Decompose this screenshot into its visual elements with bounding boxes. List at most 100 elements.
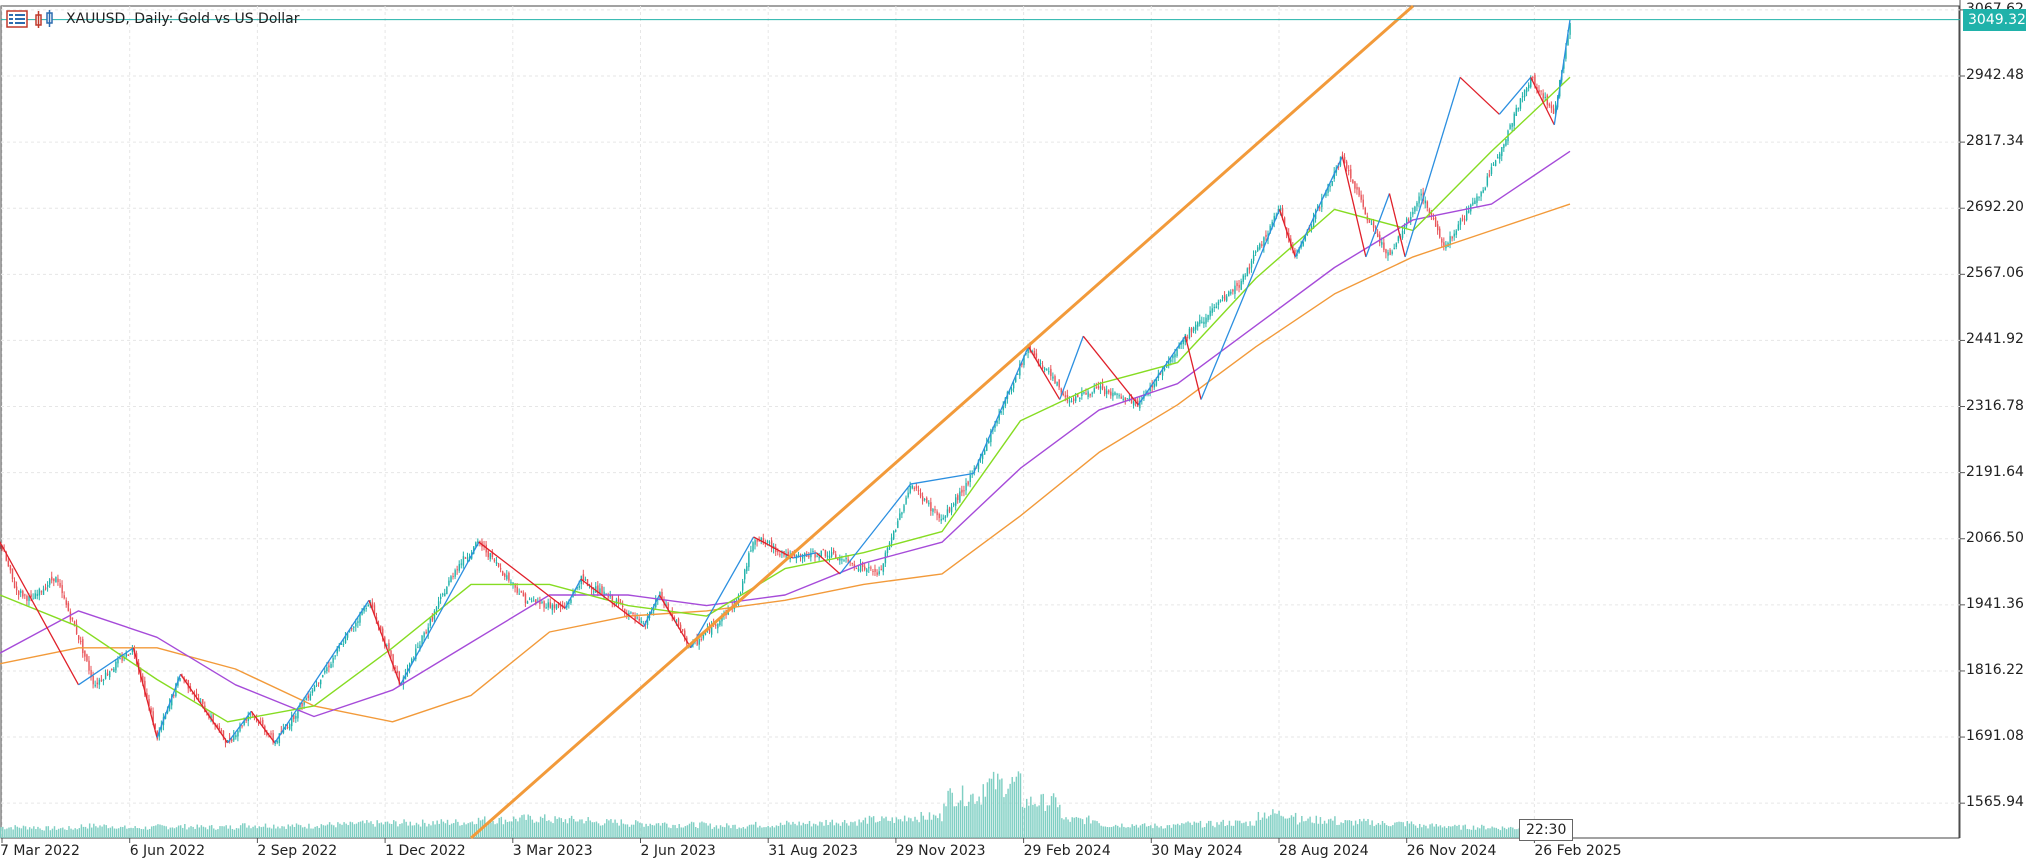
candle-body [533,600,535,602]
volume-bar [740,828,742,838]
window-list-icon[interactable] [6,9,28,29]
volume-bar [717,828,720,838]
volume-bar [299,825,302,838]
volume-bar [752,824,755,838]
volume-bar [1336,824,1338,838]
volume-bar [523,814,525,838]
candle-body [897,520,899,528]
volume-bar [645,823,647,838]
volume-bar [757,827,759,838]
volume-bar [999,779,1001,838]
volume-bar [1073,817,1076,838]
volume-bar [854,821,856,838]
candle-body [1465,210,1468,221]
volume-bar [912,821,914,838]
candle-body [851,562,854,564]
candle-body [961,489,963,493]
volume-bar [2,826,4,838]
candle-body [969,475,971,483]
volume-bar [1288,817,1291,838]
volume-bar [374,826,376,838]
volume-bar [134,826,136,838]
candle-body [899,513,901,520]
volume-bar [122,827,124,838]
volume-bar [672,824,674,838]
volume-bar [380,822,383,838]
candle-body [638,618,640,621]
volume-bar [1334,816,1336,838]
volume-bar [490,822,492,838]
volume-bar [723,827,726,838]
candle-body [1346,161,1348,169]
volume-bar [339,823,341,838]
volume-bar [1472,825,1475,838]
volume-bar [1354,820,1357,838]
volume-bar [366,820,368,838]
volume-bar [1394,822,1396,838]
volume-bar [641,823,643,838]
price-chart[interactable] [0,0,2026,864]
volume-bar [866,823,869,838]
volume-bar [1226,825,1229,838]
volume-bar [885,816,887,838]
candle-body [526,601,529,604]
volume-bar [684,826,687,838]
volume-bar [1474,829,1477,838]
volume-bar [1383,823,1386,838]
candle-body [520,591,523,593]
candle-body [460,563,463,565]
volume-bar [442,821,445,838]
volume-bar [1005,793,1007,838]
volume-bar [117,828,120,838]
zigzag-segment [1404,77,1461,258]
volume-bar [1381,820,1384,838]
zigzag-segment [156,674,182,738]
volume-bar [258,826,261,838]
volume-bar [719,825,722,838]
chart-window[interactable]: XAUUSD, Daily: Gold vs US Dollar 3067.62… [0,0,2026,864]
candle-body [1368,219,1371,223]
chart-type-icon[interactable] [34,9,56,29]
volume-bar [846,823,848,838]
volume-bar [695,826,697,838]
candle-body [882,563,885,572]
volume-bar [24,826,27,838]
zigzag-segment [564,578,582,609]
candle-body [1259,243,1261,250]
volume-bar [1468,829,1471,838]
volume-bar [521,815,523,838]
zigzag-segment [972,346,1029,474]
candle-body [766,541,769,543]
candle-body [1395,243,1398,247]
candle-body [40,591,43,593]
volume-bar [961,785,964,838]
zigzag-segment [1459,76,1500,115]
volume-bar [1505,829,1508,838]
volume-bar [765,827,767,838]
candle-body [752,542,754,552]
volume-bar [417,824,420,838]
candle-body [88,660,90,671]
volume-bar [194,828,196,838]
volume-bar [8,827,10,838]
volume-bar [891,817,893,838]
volume-bar [1495,827,1497,838]
candle-body [1552,108,1555,114]
volume-bar [421,819,424,838]
candle-body [1432,218,1435,220]
volume-bar [668,827,670,838]
price-tick-label: 2567.06 [1966,265,2024,282]
volume-bar [825,819,827,838]
candle-body [1035,353,1038,358]
volume-bar [788,822,790,838]
candle-body [955,497,957,506]
candle-body [938,514,940,519]
volume-bar [1094,820,1096,838]
volume-bar [796,825,798,838]
candle-body [510,582,512,584]
volume-bar [1061,818,1063,838]
candle-body [1354,181,1356,189]
volume-bar [1253,825,1255,838]
candle-body [901,512,903,515]
volume-bar [1083,824,1086,838]
